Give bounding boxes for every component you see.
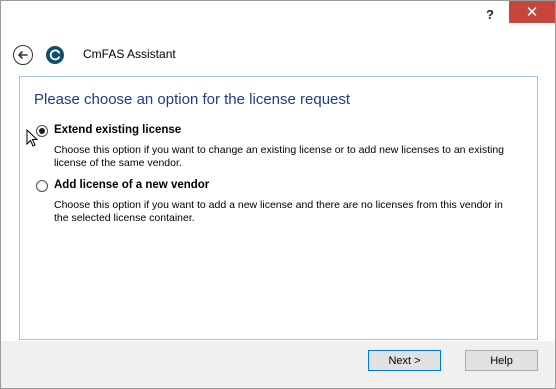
help-button[interactable]: Help [465, 350, 538, 371]
option-label[interactable]: Add license of a new vendor [54, 179, 209, 191]
back-button[interactable] [13, 45, 33, 65]
page-heading: Please choose an option for the license … [34, 91, 351, 108]
footer-bar: Next > Help [1, 341, 555, 388]
app-title: CmFAS Assistant [83, 47, 176, 61]
help-title-button[interactable]: ? [477, 1, 503, 27]
next-button[interactable]: Next > [368, 350, 441, 371]
mouse-cursor-icon [26, 129, 39, 147]
option-description: Choose this option if you want to change… [54, 144, 505, 169]
close-button[interactable]: ✕ [509, 1, 555, 23]
close-icon: ✕ [525, 4, 539, 21]
add-new-vendor-radio[interactable] [36, 180, 48, 192]
nav-bar: CmFAS Assistant [1, 27, 555, 71]
cmfas-refresh-icon [46, 46, 64, 64]
title-bar: ? ✕ [1, 1, 555, 27]
options-panel: Please choose an option for the license … [19, 76, 538, 340]
back-arrow-icon [18, 51, 28, 59]
option-label[interactable]: Extend existing license [54, 124, 181, 136]
assistant-window: ? ✕ CmFAS Assistant Please choose an opt… [0, 0, 556, 389]
option-description: Choose this option if you want to add a … [54, 199, 503, 224]
